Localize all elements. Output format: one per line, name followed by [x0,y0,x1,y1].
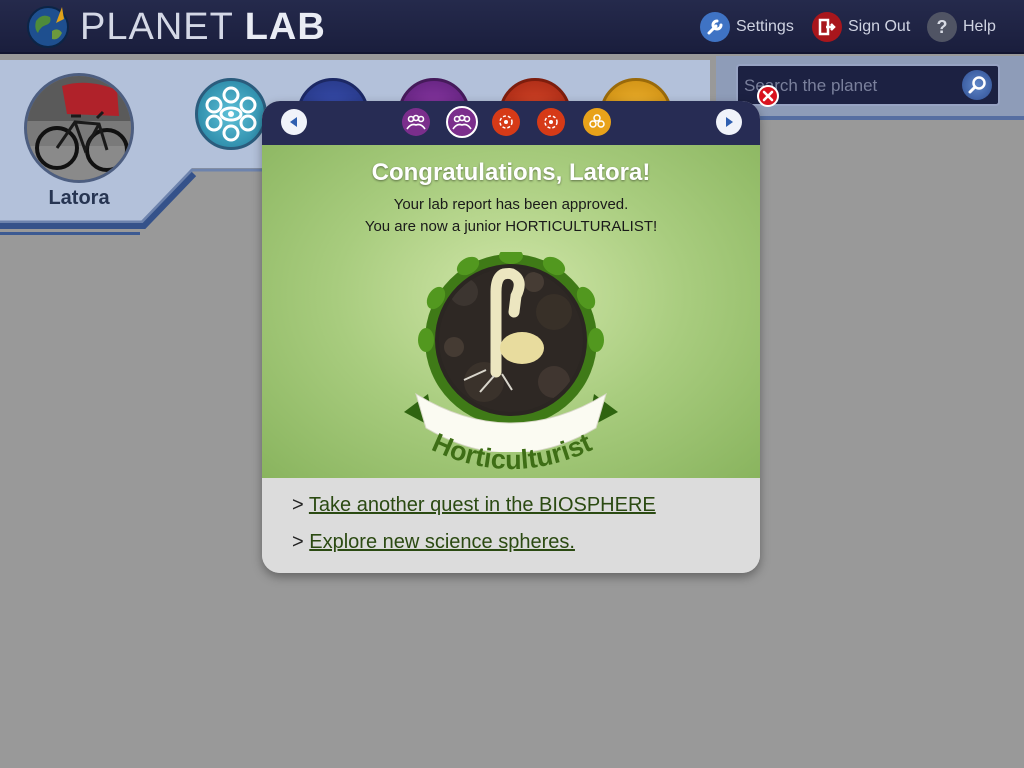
sign-out-icon [812,12,842,42]
step-icon-2-active[interactable] [446,106,478,138]
step-icon-3[interactable] [492,108,520,136]
modal-footer: > Take another quest in the BIOSPHERE > … [262,478,760,573]
help-label: Help [963,18,996,35]
arrow-left-icon [290,117,297,127]
help-button[interactable]: ? Help [927,12,996,42]
hexagon-icon [589,114,605,128]
search-button[interactable] [962,70,992,100]
wrench-icon [700,12,730,42]
people-icon [452,114,472,130]
close-icon [762,90,774,102]
achievement-modal: Congratulations, Latora! Your lab report… [262,101,760,573]
step-icon-4[interactable] [537,108,565,136]
flower-icon [499,115,513,129]
settings-button[interactable]: Settings [700,12,794,42]
biosphere-quest-link[interactable]: Take another quest in the BIOSPHERE [309,494,656,516]
explore-link-row: > Explore new science spheres. [292,531,575,553]
modal-content: Congratulations, Latora! Your lab report… [262,145,760,478]
arrow-right-icon [726,117,733,127]
previous-button[interactable] [281,109,307,135]
app-logo[interactable]: PLANET LAB [80,6,326,49]
people-icon [406,114,426,130]
settings-label: Settings [736,18,794,35]
rank-message: You are now a junior HORTICULTURALIST! [364,218,658,235]
explore-spheres-link[interactable]: Explore new science spheres. [309,531,575,553]
profile-name: Latora [48,187,110,209]
approval-message: Your lab report has been approved. [393,196,629,213]
sign-out-button[interactable]: Sign Out [812,12,910,42]
quest-link-row: > Take another quest in the BIOSPHERE [292,494,656,516]
top-bar: PLANET LAB Settings Sign Out ? Help [0,0,1024,54]
horticulturist-badge [404,252,618,452]
question-icon: ? [927,12,957,42]
next-button[interactable] [716,109,742,135]
flower-icon [544,115,558,129]
globe-logo-icon [27,6,69,48]
step-icon-1[interactable] [402,108,430,136]
eye-flower-icon [205,86,257,142]
sphere-biosphere-button[interactable] [195,78,267,150]
congratulations-title: Congratulations, Latora! [371,159,651,186]
modal-step-bar [262,101,760,145]
profile-avatar[interactable] [24,73,134,183]
step-icon-5[interactable] [583,108,611,136]
close-button[interactable] [757,85,779,107]
sign-out-label: Sign Out [848,18,911,35]
search-icon [968,76,986,94]
